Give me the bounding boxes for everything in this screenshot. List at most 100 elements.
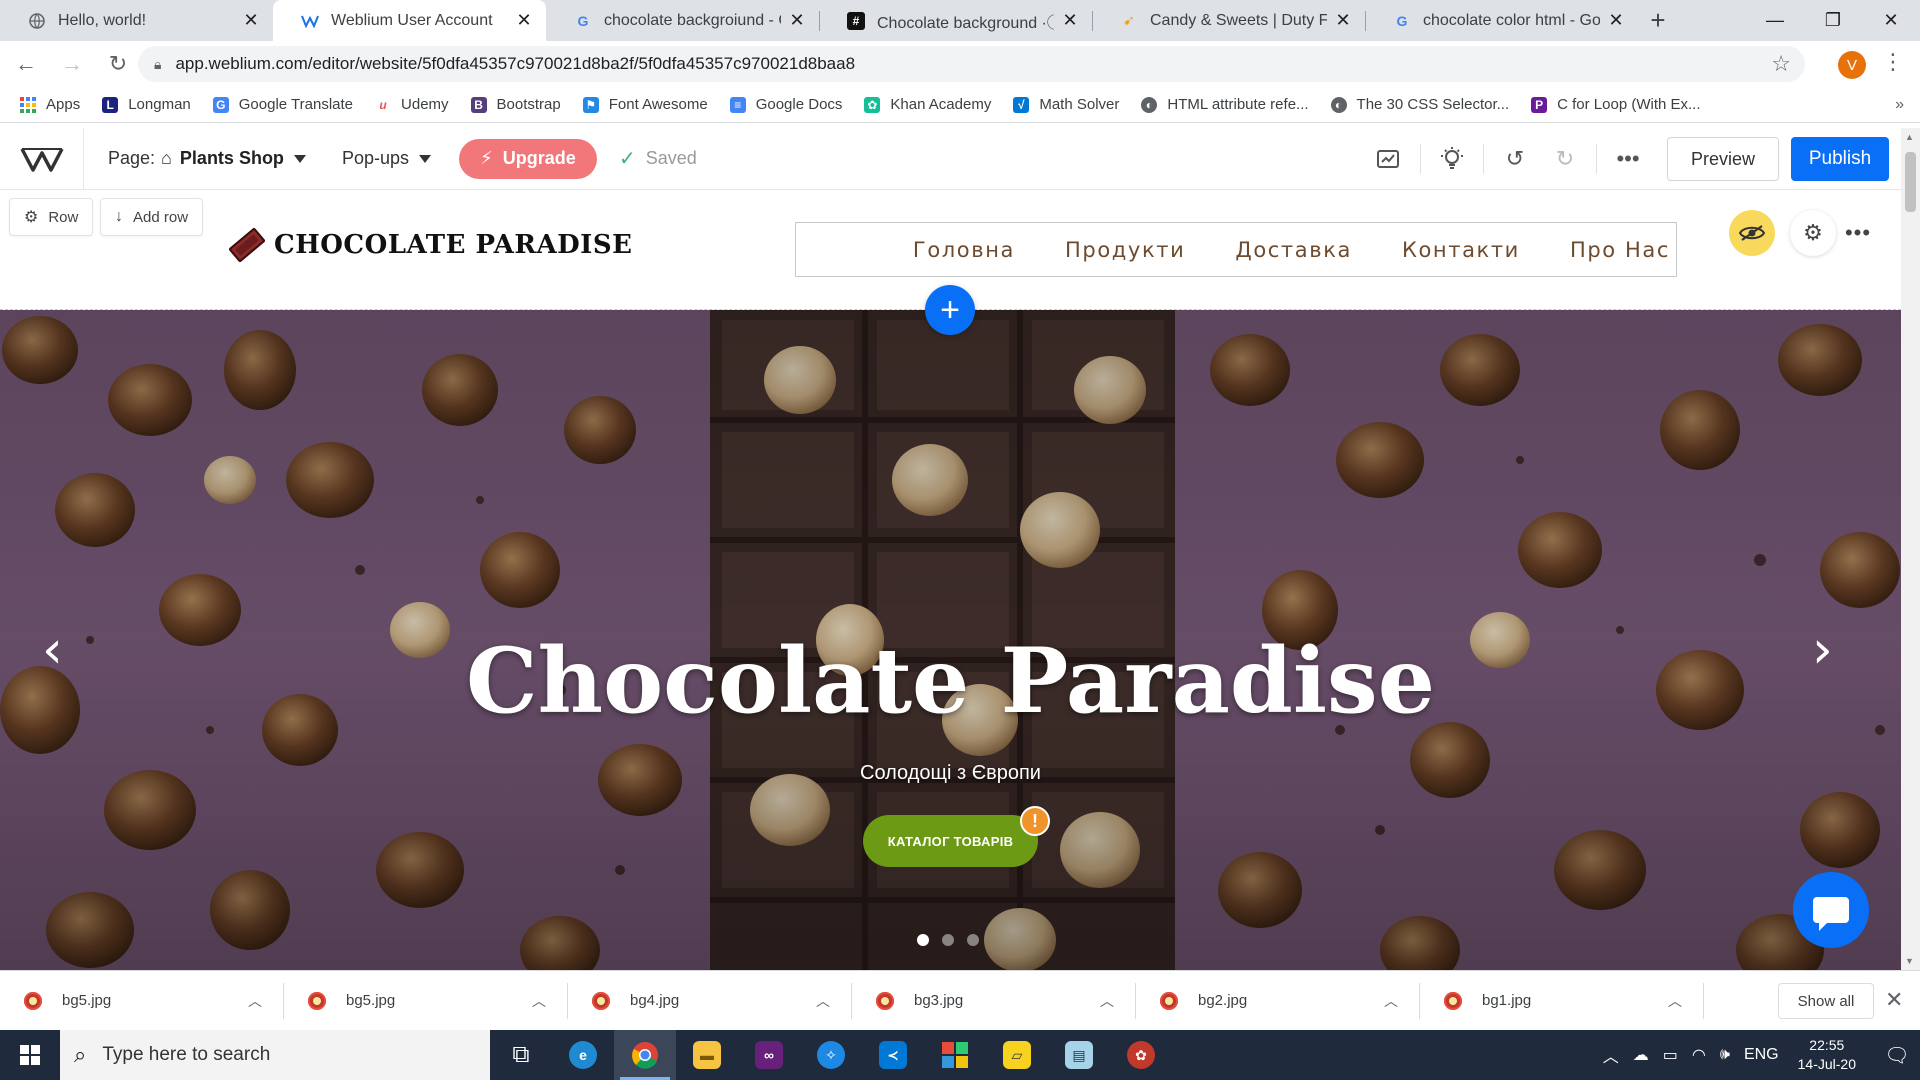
edge-icon[interactable]: e	[552, 1030, 614, 1080]
slider-dot-active[interactable]	[917, 934, 929, 946]
close-tab-icon[interactable]: ✕	[1606, 10, 1626, 31]
add-row-button[interactable]: ↓ Add row	[100, 198, 204, 236]
back-arrow-icon[interactable]: ←	[6, 44, 46, 84]
close-tab-icon[interactable]: ✕	[1060, 10, 1080, 31]
nav-item-home[interactable]: Головна	[913, 238, 1015, 262]
input-language[interactable]: ENG	[1744, 1046, 1779, 1064]
chevron-up-icon[interactable]: ︿	[808, 991, 838, 1011]
catalog-button[interactable]: КАТАЛОГ ТОВАРІВ	[863, 815, 1038, 867]
nav-item-contacts[interactable]: Контакти	[1402, 238, 1520, 262]
bookmark-star-icon[interactable]: ☆	[1771, 51, 1791, 77]
chat-support-button[interactable]	[1793, 872, 1869, 948]
redo-icon[interactable]: ↻	[1540, 128, 1590, 190]
address-bar[interactable]: 🔒︎ app.weblium.com/editor/website/5f0dfa…	[138, 46, 1805, 82]
browser-tab[interactable]: G chocolate color html - Googl ✕	[1365, 0, 1638, 41]
bookmark-khan-academy[interactable]: ✿ Khan Academy	[864, 96, 991, 113]
bookmark-math-solver[interactable]: √ Math Solver	[1013, 96, 1119, 113]
sticky-notes-icon[interactable]: ▱	[986, 1030, 1048, 1080]
safari-compass-icon[interactable]: ✧	[800, 1030, 862, 1080]
notepad-icon[interactable]: ▤	[1048, 1030, 1110, 1080]
close-window-icon[interactable]: ✕	[1862, 0, 1920, 41]
slider-dot[interactable]	[942, 934, 954, 946]
battery-icon[interactable]: ▭	[1663, 1045, 1678, 1065]
visual-studio-icon[interactable]: ∞	[738, 1030, 800, 1080]
reload-icon[interactable]: ↻	[98, 44, 138, 84]
browser-tab[interactable]: # Chocolate background ·ⓘ Do ✕	[819, 0, 1092, 41]
chevron-up-icon[interactable]: ︿	[524, 991, 554, 1011]
bookmark-css-selectors[interactable]: ◐ The 30 CSS Selector...	[1330, 96, 1509, 113]
chevron-up-icon[interactable]: ︿	[1376, 991, 1406, 1011]
start-button[interactable]	[0, 1030, 60, 1080]
nav-item-delivery[interactable]: Доставка	[1235, 238, 1352, 262]
chevron-up-icon[interactable]: ︿	[1660, 991, 1690, 1011]
more-bookmarks-icon[interactable]: »	[1895, 96, 1904, 114]
more-options-icon[interactable]: •••	[1603, 128, 1653, 190]
file-explorer-icon[interactable]: ▬	[676, 1030, 738, 1080]
close-shelf-icon[interactable]: ✕	[1885, 987, 1903, 1013]
slider-dot[interactable]	[967, 934, 979, 946]
office-apps-icon[interactable]	[924, 1030, 986, 1080]
system-clock[interactable]: 22:55 14-Jul-20	[1798, 1036, 1856, 1074]
bookmark-html-attribute[interactable]: ◐ HTML attribute refe...	[1141, 96, 1309, 113]
weblium-logo[interactable]	[0, 127, 84, 190]
scroll-down-icon[interactable]: ▼	[1905, 956, 1914, 966]
scroll-up-icon[interactable]: ▲	[1905, 132, 1914, 142]
browser-menu-icon[interactable]: ⋮	[1882, 49, 1904, 75]
download-item[interactable]: bg3.jpg ︿	[852, 971, 1136, 1031]
close-tab-icon[interactable]: ✕	[787, 10, 807, 31]
add-section-button[interactable]: +	[925, 285, 975, 335]
row-settings-button[interactable]: ⚙︎ Row	[9, 198, 94, 236]
onedrive-cloud-icon[interactable]: ☁	[1633, 1045, 1649, 1065]
download-item[interactable]: bg1.jpg ︿	[1420, 971, 1704, 1031]
chrome-icon[interactable]	[614, 1030, 676, 1080]
bookmark-bootstrap[interactable]: B Bootstrap	[470, 96, 561, 113]
taskbar-search-box[interactable]: ⌕ Type here to search	[60, 1030, 490, 1080]
download-item[interactable]: bg4.jpg ︿	[568, 971, 852, 1031]
lightbulb-icon[interactable]	[1427, 128, 1477, 190]
bookmark-google-docs[interactable]: ≡ Google Docs	[729, 96, 842, 113]
scrollbar-thumb[interactable]	[1905, 152, 1916, 212]
browser-tab[interactable]: G chocolate backgroiund - Goo ✕	[546, 0, 819, 41]
new-tab-button[interactable]: +	[1638, 0, 1678, 41]
minimize-icon[interactable]: —	[1746, 0, 1804, 41]
nav-item-products[interactable]: Продукти	[1065, 238, 1185, 262]
bookmark-apps[interactable]: Apps	[20, 96, 80, 113]
browser-tab[interactable]: ➹ Candy & Sweets | Duty Free U ✕	[1092, 0, 1365, 41]
browser-tab-active[interactable]: Weblium User Account ✕	[273, 0, 546, 41]
hero-title[interactable]: Chocolate Paradise	[0, 628, 1901, 734]
close-tab-icon[interactable]: ✕	[1333, 10, 1353, 31]
show-all-downloads-button[interactable]: Show all	[1778, 983, 1874, 1019]
nav-item-about[interactable]: Про Нас	[1570, 238, 1670, 262]
task-view-icon[interactable]: ⧉	[490, 1030, 552, 1080]
bookmark-google-translate[interactable]: G Google Translate	[212, 96, 353, 113]
chevron-up-icon[interactable]: ︿	[240, 991, 270, 1011]
dashboard-icon[interactable]	[1364, 128, 1414, 190]
close-tab-icon[interactable]: ✕	[514, 10, 534, 31]
download-item[interactable]: bg2.jpg ︿	[1136, 971, 1420, 1031]
undo-icon[interactable]: ↺	[1490, 128, 1540, 190]
block-settings-button[interactable]: ⚙︎	[1790, 210, 1836, 256]
popups-dropdown[interactable]: Pop-ups	[342, 148, 431, 169]
bookmark-longman[interactable]: L Longman	[102, 96, 191, 113]
forward-arrow-icon[interactable]: →	[52, 44, 92, 84]
vscode-icon[interactable]: ≺	[862, 1030, 924, 1080]
profile-avatar[interactable]: V	[1838, 51, 1866, 79]
chevron-up-icon[interactable]: ︿	[1603, 1043, 1619, 1067]
hero-subtitle[interactable]: Солодощі з Європи	[0, 762, 1901, 785]
upgrade-button[interactable]: ⚡︎ Upgrade	[458, 138, 597, 179]
notifications-icon[interactable]: 🗨︎	[1874, 1030, 1920, 1080]
warning-badge-icon[interactable]: !	[1020, 806, 1050, 836]
page-selector[interactable]: Page: ⌂ Plants Shop	[108, 148, 306, 169]
site-navigation[interactable]: Головна Продукти Доставка Контакти Про Н…	[795, 222, 1677, 277]
preview-button[interactable]: Preview	[1667, 137, 1779, 181]
publish-button[interactable]: Publish	[1791, 137, 1889, 181]
browser-tab[interactable]: Hello, world! ✕	[0, 0, 273, 41]
maximize-icon[interactable]: ❐	[1804, 0, 1862, 41]
bookmark-font-awesome[interactable]: ⚑ Font Awesome	[582, 96, 708, 113]
chevron-up-icon[interactable]: ︿	[1092, 991, 1122, 1011]
bookmark-udemy[interactable]: u Udemy	[375, 96, 448, 113]
download-item[interactable]: bg5.jpg ︿	[0, 971, 284, 1031]
paint-app-icon[interactable]: ✿	[1110, 1030, 1172, 1080]
wifi-icon[interactable]: ◠	[1692, 1045, 1706, 1065]
volume-icon[interactable]: 🕪︎	[1720, 1046, 1730, 1064]
